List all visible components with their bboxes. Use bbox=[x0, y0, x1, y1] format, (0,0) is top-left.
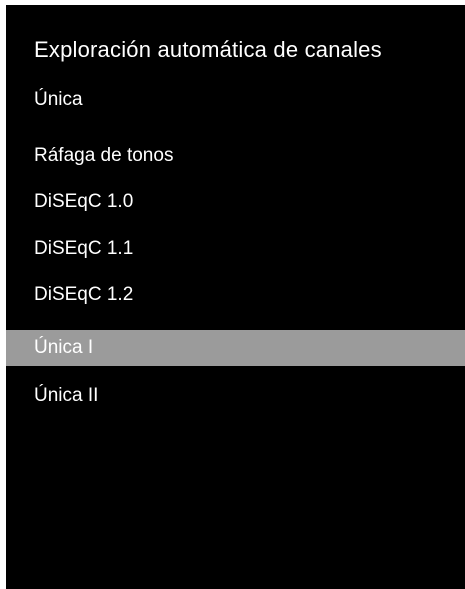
menu-option-diseqc-1-0[interactable]: DiSEqC 1.0 bbox=[6, 184, 465, 220]
menu-option-label: DiSEqC 1.1 bbox=[34, 238, 134, 259]
menu-option-diseqc-1-2[interactable]: DiSEqC 1.2 bbox=[6, 277, 465, 313]
menu-option-label: DiSEqC 1.0 bbox=[34, 191, 134, 212]
menu-option-unica-ii[interactable]: Única II bbox=[6, 378, 465, 414]
menu-option-unica-i[interactable]: Única I bbox=[6, 330, 465, 366]
tv-menu-screen: Exploración automática de canales Única … bbox=[6, 5, 465, 589]
menu-option-rafaga-de-tonos[interactable]: Ráfaga de tonos bbox=[6, 138, 465, 174]
menu-option-label: Única II bbox=[34, 385, 99, 406]
menu-option-label: Única I bbox=[34, 337, 94, 358]
menu-option-label: DiSEqC 1.2 bbox=[34, 284, 134, 305]
menu-option-diseqc-1-1[interactable]: DiSEqC 1.1 bbox=[6, 231, 465, 267]
menu-option-label: Ráfaga de tonos bbox=[34, 145, 174, 166]
menu-title: Exploración automática de canales bbox=[34, 37, 382, 62]
current-option-value: Única bbox=[34, 89, 83, 110]
